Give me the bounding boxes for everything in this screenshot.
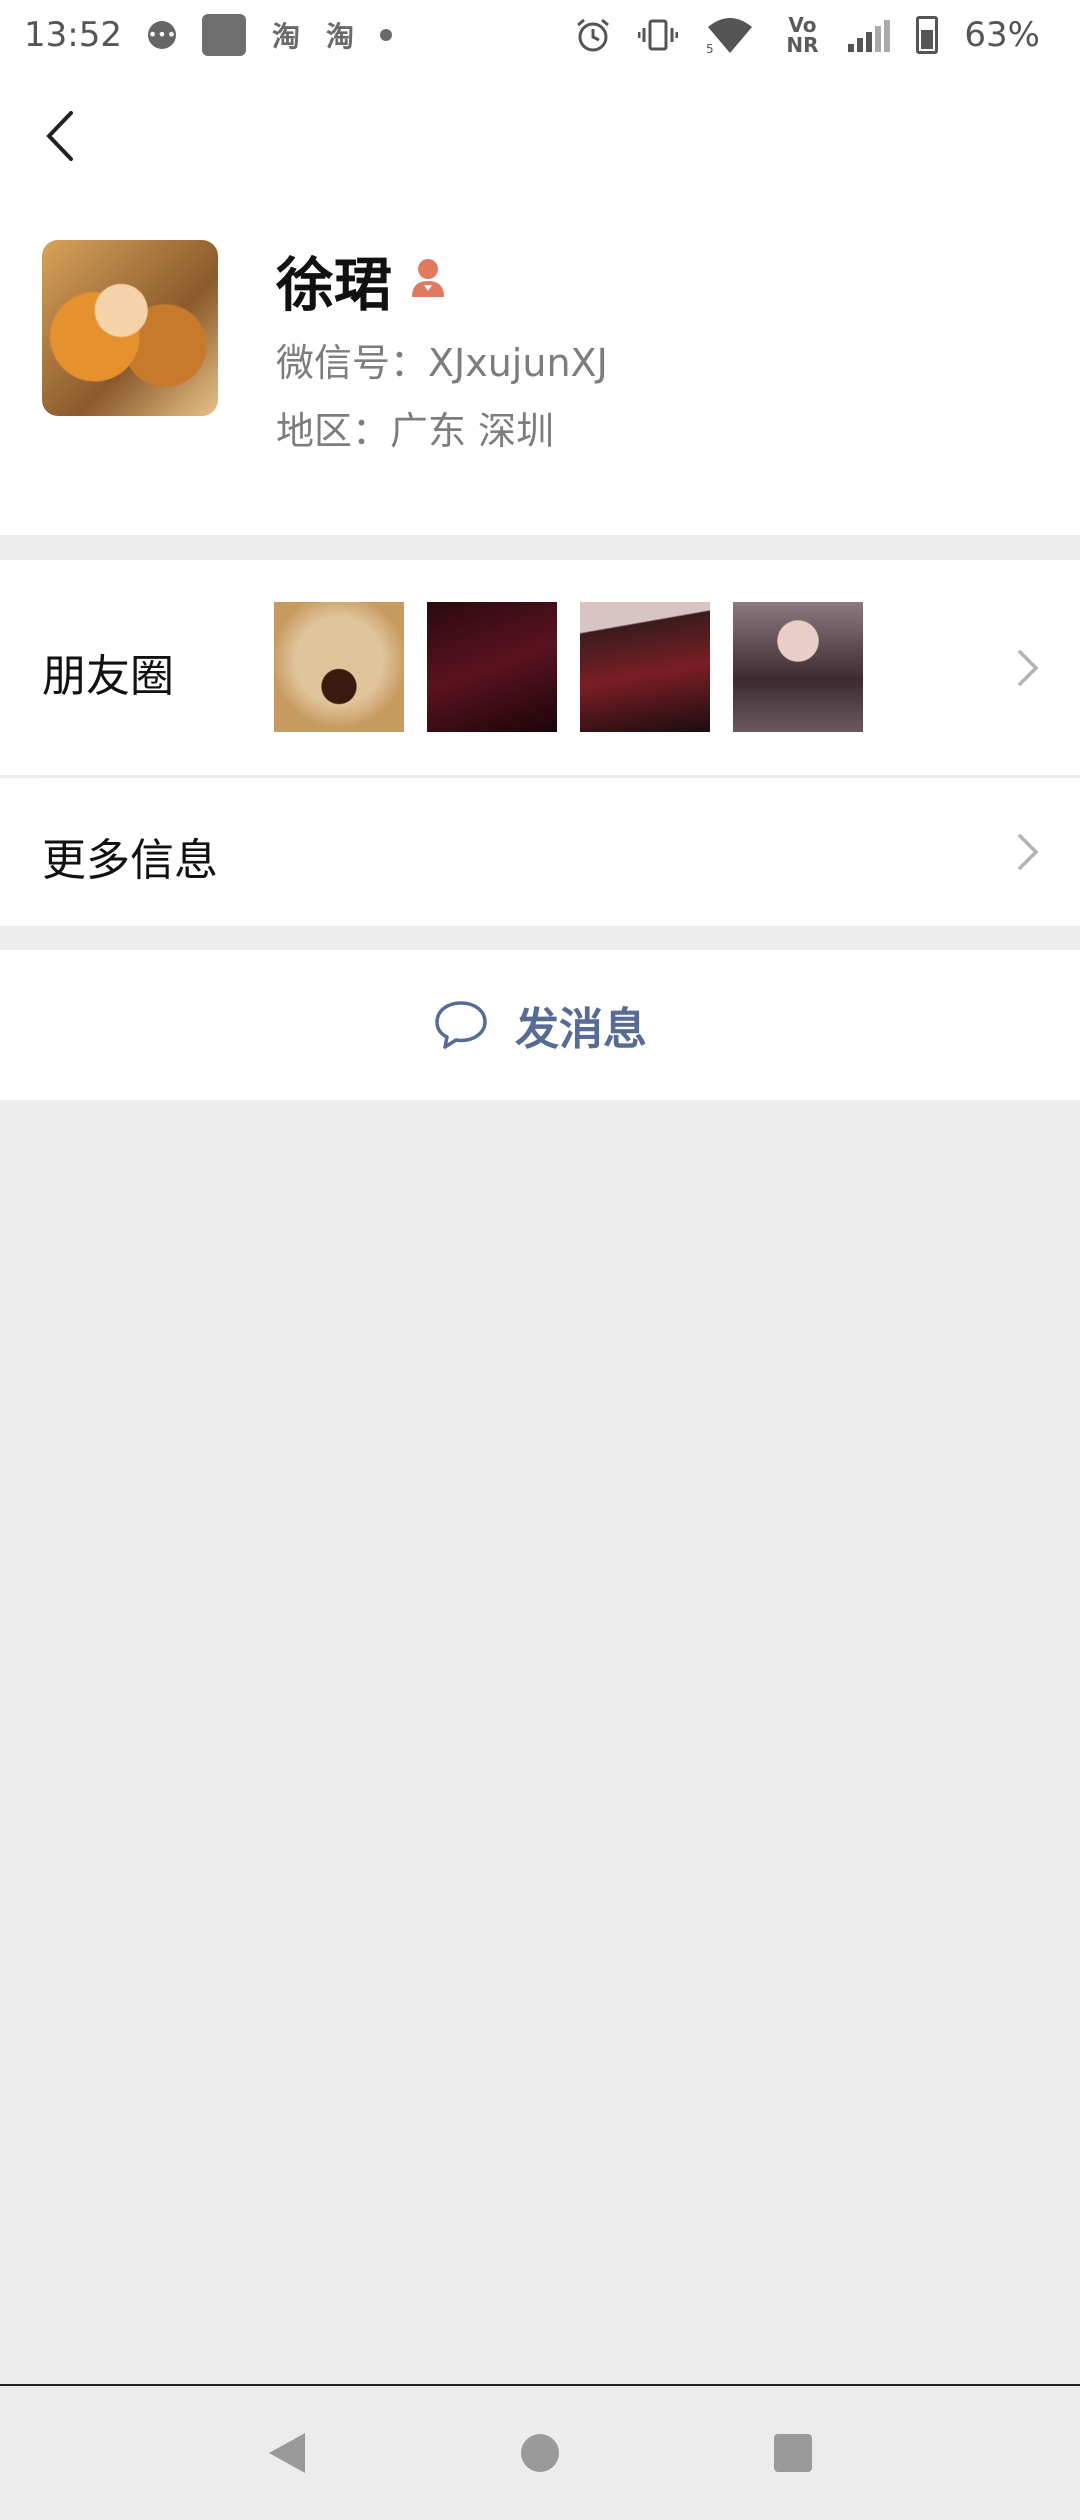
app-square-icon [201,14,246,56]
profile-name: 徐珺 [276,251,393,319]
moments-label: 朋友圈 [42,651,174,702]
system-nav-bar [0,2384,1080,2520]
status-time: 13:52 [24,15,122,55]
taobao-icon: 淘 [326,20,355,53]
moments-thumbnail [733,602,863,732]
moments-thumbnail [427,602,557,732]
avatar[interactable] [42,240,218,416]
contact-profile-screen: 13:52 ••• 淘 淘 5 Vo NR 63% 徐珺 微信号：XJxujun… [0,0,1080,2520]
female-icon [412,259,444,297]
send-message-label: 发消息 [515,1004,647,1055]
status-right: 5 Vo NR 63% [574,15,1040,55]
profile-header: 徐珺 微信号：XJxujunXJ 地区：广东 深圳 [0,70,1080,535]
vibrate-icon [638,18,679,52]
moments-row[interactable]: 朋友圈 [0,560,1080,775]
moments-thumbnails [274,602,863,732]
volte-nr-icon: Vo NR [786,13,819,57]
dot-icon [380,29,393,41]
taobao-icon: 淘 [271,20,300,53]
back-button[interactable] [30,100,90,172]
back-triangle-icon[interactable] [265,2429,309,2477]
moments-thumbnail [274,602,404,732]
svg-text:5: 5 [706,42,714,55]
moments-thumbnail [580,602,710,732]
chevron-right-icon [1018,650,1039,686]
chevron-right-icon [1018,834,1039,870]
battery-icon [916,16,939,54]
wifi-icon: 5 [704,15,756,55]
signal-icon [848,18,891,52]
chevron-left-icon [46,111,73,161]
wechat-id: 微信号：XJxujunXJ [276,341,608,385]
region: 地区：广东 深圳 [276,409,555,453]
message-bubble-icon [435,1001,487,1049]
chat-bubble-icon: ••• [148,21,176,49]
send-message-button[interactable]: 发消息 [0,950,1080,1100]
recents-square-icon[interactable] [771,2431,815,2475]
battery-percent: 63% [964,15,1040,55]
alarm-icon [574,16,612,54]
more-info-row[interactable]: 更多信息 [0,778,1080,926]
more-info-label: 更多信息 [42,835,218,886]
home-circle-icon[interactable] [518,2431,562,2475]
status-bar: 13:52 ••• 淘 淘 5 Vo NR 63% [0,0,1080,70]
status-left: 13:52 ••• 淘 淘 [24,14,393,56]
